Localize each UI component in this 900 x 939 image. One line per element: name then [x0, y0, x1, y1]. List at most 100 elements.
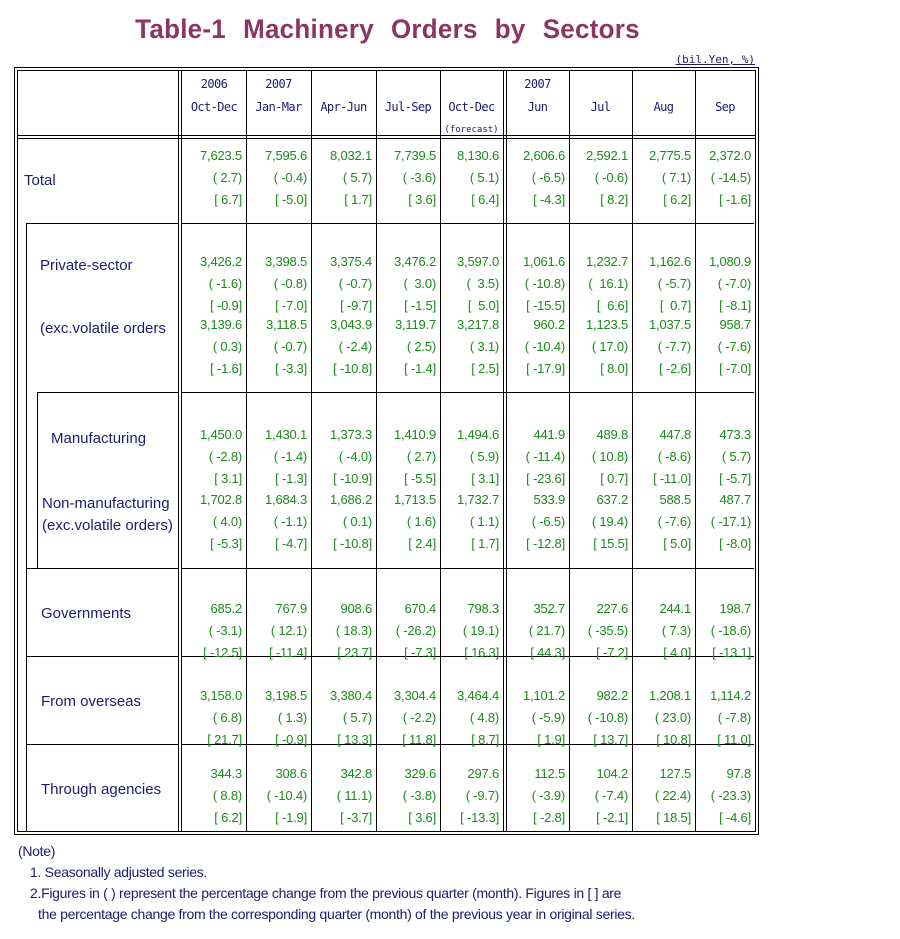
value: 297.6	[467, 766, 499, 781]
change-prev-year: [ 1.7]	[471, 536, 499, 551]
value: 329.6	[404, 766, 436, 781]
value: 3,476.2	[394, 254, 436, 269]
change-prev-year: [ -1.9]	[275, 810, 307, 825]
value: 1,732.7	[457, 492, 499, 507]
change-prev-year: [ -3.3]	[275, 361, 307, 376]
change-prev-period: ( 1.3)	[277, 710, 307, 725]
value: 908.6	[340, 601, 372, 616]
change-prev-period: ( 17.0)	[591, 339, 628, 354]
column-header-3: Jul-Sep	[376, 71, 440, 135]
change-prev-period: ( 3.0)	[403, 276, 436, 291]
row-divider	[182, 392, 754, 393]
data-cell: 1,061.6( -10.8)[ -15.5]	[507, 251, 565, 317]
value: 588.5	[659, 492, 691, 507]
data-cell: 1,732.7 ( 1.1) [ 1.7]	[441, 489, 499, 555]
change-prev-year: [ 6.4]	[471, 192, 499, 207]
column-note: (forecast)	[444, 125, 499, 135]
change-prev-period: ( 3.1)	[469, 339, 499, 354]
change-prev-period: ( -3.1)	[208, 623, 242, 638]
column-header-2: Apr-Jun	[311, 71, 376, 135]
change-prev-period: ( -10.4)	[524, 339, 566, 354]
change-prev-period: ( -6.5)	[531, 170, 565, 185]
change-prev-year: [ 21.7]	[207, 732, 242, 747]
value: 982.2	[596, 688, 628, 703]
change-prev-year: [ 4.0]	[663, 645, 691, 660]
data-cell: 2,606.6 ( -6.5) [ -4.3]	[507, 145, 565, 211]
change-prev-year: [ -2.8]	[533, 810, 565, 825]
change-prev-year: [ 6.2]	[214, 810, 242, 825]
change-prev-period: ( -17.1)	[710, 514, 752, 529]
change-prev-year: [ -12.5]	[203, 645, 242, 660]
data-cell: 798.3 ( 19.1) [ 16.3]	[441, 598, 499, 664]
data-cell: 3,476.2( 3.0)[ -1.5]	[378, 251, 436, 317]
data-cell: 308.6 ( -10.4) [ -1.9]	[249, 763, 308, 829]
change-prev-period: ( 19.1)	[462, 623, 499, 638]
value: 352.7	[533, 601, 565, 616]
column-period: Jul-Sep	[384, 100, 432, 114]
value: 3,380.4	[330, 688, 372, 703]
value: 767.9	[275, 601, 307, 616]
change-prev-period: ( -0.6)	[594, 170, 628, 185]
value: 1,123.5	[586, 317, 628, 332]
change-prev-period: ( 21.7)	[528, 623, 565, 638]
data-cell: 1,080.9( -7.0)[ -8.1]	[693, 251, 751, 317]
column-divider	[311, 70, 312, 831]
data-cell: 982.2 ( -10.8) [ 13.7]	[570, 685, 629, 751]
value: 97.8	[726, 766, 751, 781]
data-cell: 2,775.5 ( 7.1) [ 6.2]	[633, 145, 691, 211]
value: 8,032.1	[330, 148, 372, 163]
column-period: Jun	[527, 100, 548, 114]
value: 3,426.2	[200, 254, 242, 269]
value: 8,130.6	[457, 148, 499, 163]
change-prev-year: [ -5.0]	[275, 192, 307, 207]
change-prev-year: [ -7.2]	[596, 645, 628, 660]
row-label-4-sub: (exc.volatile orders)	[42, 517, 173, 534]
change-prev-year: [ -10.8]	[333, 361, 372, 376]
change-prev-year: [ -10.8]	[333, 536, 372, 551]
change-prev-year: [ -4.3]	[533, 192, 565, 207]
data-cell: 685.2 ( -3.1) [ -12.5]	[184, 598, 242, 664]
change-prev-period: ( -1.6)	[208, 276, 242, 291]
data-cell: 447.8 ( -8.6) [ -11.0]	[633, 424, 691, 490]
data-cell: 352.7 ( 21.7) [ 44.3]	[507, 598, 565, 664]
value: 2,775.5	[649, 148, 691, 163]
value: 104.2	[596, 766, 628, 781]
value: 685.2	[210, 601, 242, 616]
change-prev-year: [ -11.4]	[269, 645, 307, 660]
value: 1,162.6	[649, 254, 691, 269]
table-border	[17, 70, 18, 831]
value: 112.5	[534, 766, 565, 781]
change-prev-period: ( -7.0)	[717, 276, 751, 291]
change-prev-year: [ 1.9]	[537, 732, 565, 747]
change-prev-period: ( -8.6)	[657, 449, 691, 464]
data-cell: 342.8 ( 11.1) [ -3.7]	[314, 763, 372, 829]
data-cell: 1,410.9 ( 2.7) [ -5.5]	[378, 424, 436, 490]
data-cell: 297.6 ( -9.7) [ -13.3]	[441, 763, 499, 829]
change-prev-period: ( -26.2)	[395, 623, 437, 638]
row-label-1: Private-sector	[40, 257, 133, 274]
data-cell: 1,702.8 ( 4.0) [ -5.3]	[184, 489, 242, 555]
change-prev-period: ( 11.1)	[336, 788, 372, 803]
change-prev-year: [ -7.0]	[719, 361, 751, 376]
value: 533.9	[533, 492, 565, 507]
change-prev-period: ( 10.8)	[591, 449, 628, 464]
change-prev-year: [ -2.6]	[659, 361, 691, 376]
value: 3,304.4	[394, 688, 436, 703]
value: 447.8	[659, 427, 691, 442]
value: 3,139.6	[200, 317, 242, 332]
data-cell: 3,119.7 ( 2.5) [ -1.4]	[378, 314, 436, 380]
value: 1,061.6	[523, 254, 565, 269]
column-header-4: Oct-Dec (forecast)	[440, 71, 503, 135]
value: 1,080.9	[709, 254, 751, 269]
value: 3,375.4	[330, 254, 372, 269]
change-prev-period: ( -10.8)	[524, 276, 566, 291]
change-prev-period: ( 3.5)	[466, 276, 499, 291]
table-border	[14, 834, 759, 835]
data-cell: 3,380.4 ( 5.7) [ 13.3]	[314, 685, 372, 751]
change-prev-year: [ 6.7]	[214, 192, 242, 207]
column-header-6: Jul	[569, 71, 632, 135]
unit-text: (bil.Yen, %)	[675, 53, 755, 66]
data-cell: 1,430.1 ( -1.4) [ -1.3]	[249, 424, 307, 490]
data-cell: 3,158.0 ( 6.8) [ 21.7]	[184, 685, 242, 751]
change-prev-period: ( 16.1)	[588, 276, 628, 291]
